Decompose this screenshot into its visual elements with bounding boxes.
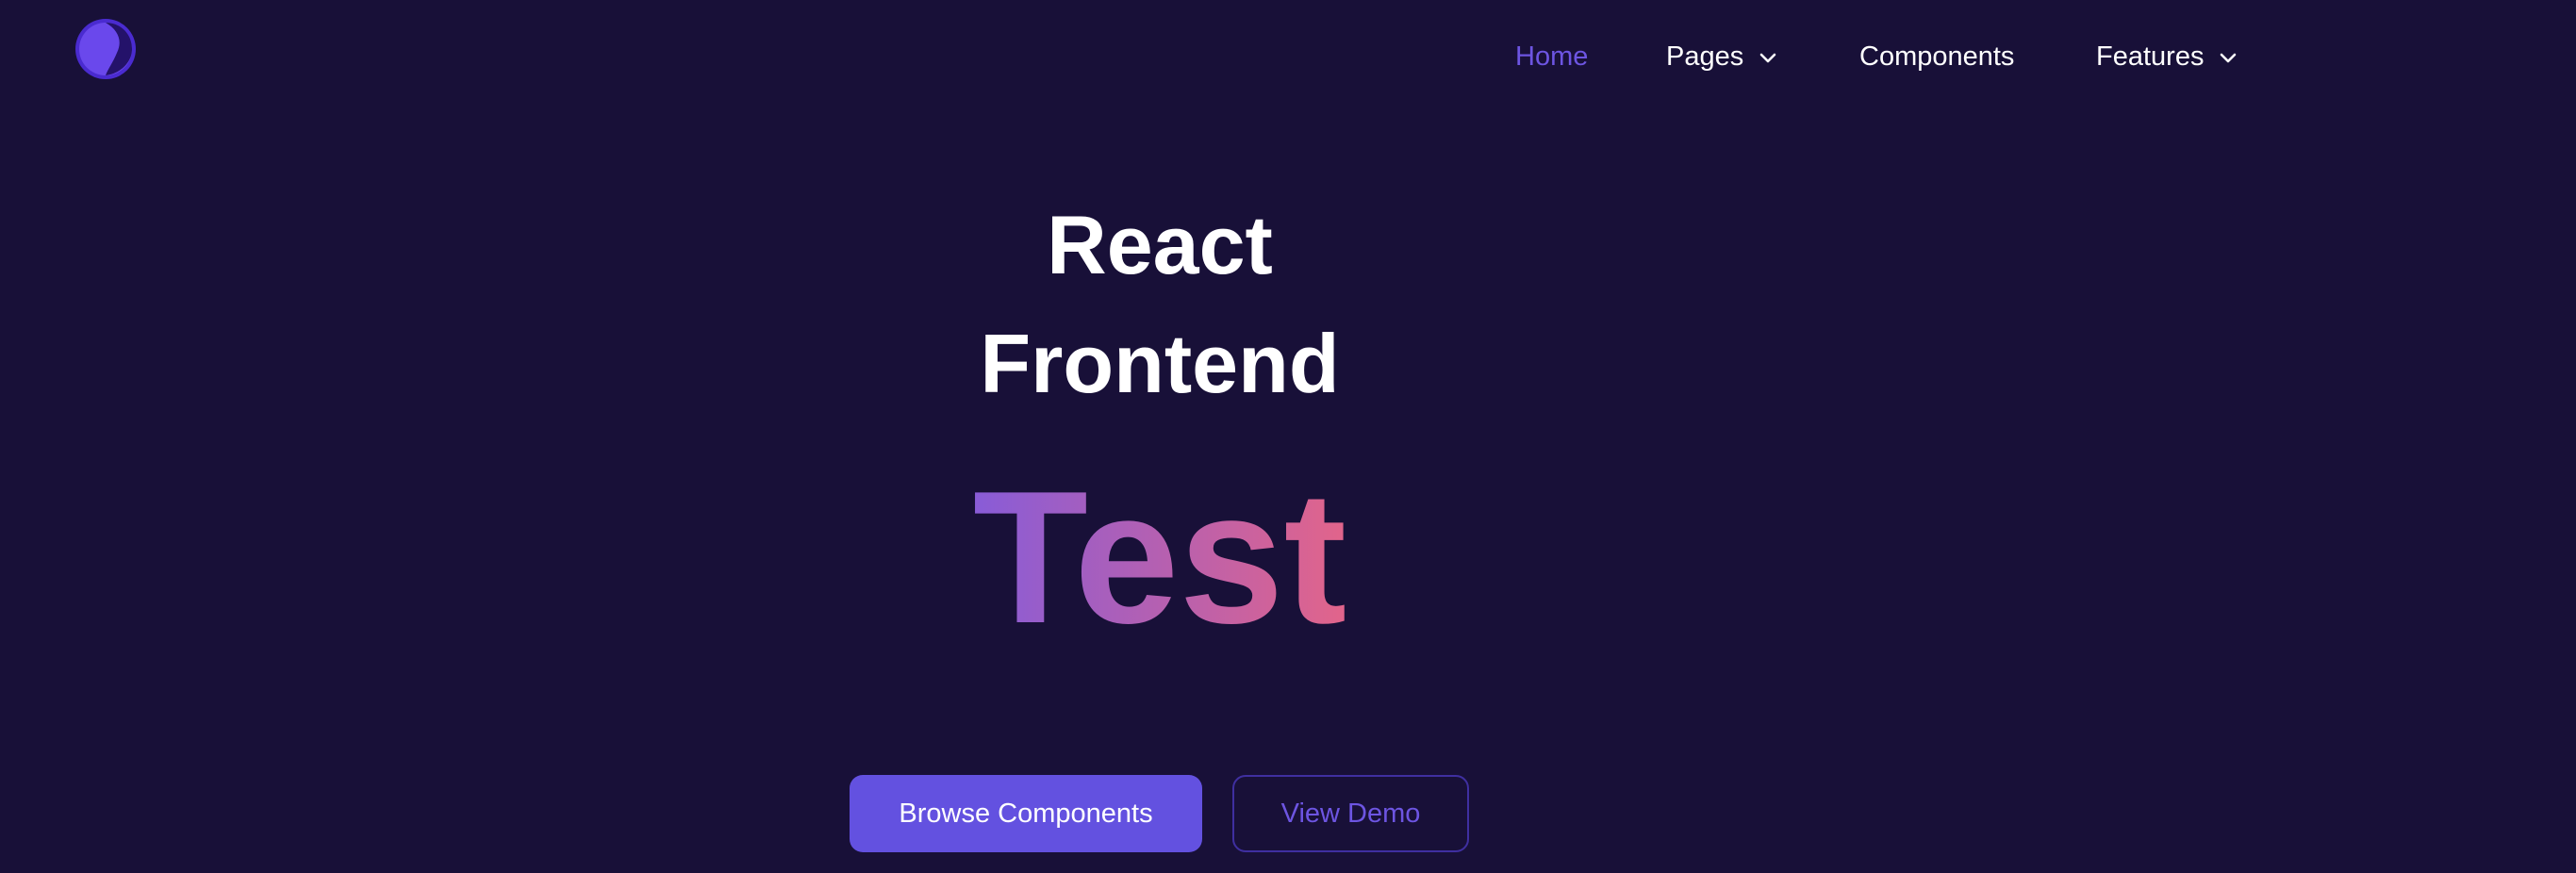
nav-item-home[interactable]: Home [1515, 38, 1588, 75]
crescent-moon-logo-icon[interactable] [74, 17, 138, 81]
nav-item-features[interactable]: Features [2096, 38, 2239, 75]
nav-item-pages[interactable]: Pages [1666, 38, 1779, 75]
hero-accent-word: Test [0, 462, 2320, 651]
nav-item-label: Home [1515, 41, 1589, 72]
nav-item-label: Pages [1666, 41, 1744, 72]
browse-components-button[interactable]: Browse Components [850, 775, 1202, 852]
chevron-down-icon [1757, 45, 1779, 68]
chevron-down-icon [2217, 45, 2239, 68]
nav-item-label: Features [2096, 41, 2204, 72]
hero-title-line-1: React [1047, 198, 1273, 291]
hero-accent-text: Test [973, 462, 1346, 651]
hero-title-line-2: Frontend [980, 317, 1340, 410]
page: Home Pages Components Features React Fro… [0, 0, 2576, 873]
nav-item-components[interactable]: Components [1859, 38, 2014, 75]
view-demo-button[interactable]: View Demo [1232, 775, 1469, 852]
nav-item-label: Components [1859, 41, 2015, 72]
